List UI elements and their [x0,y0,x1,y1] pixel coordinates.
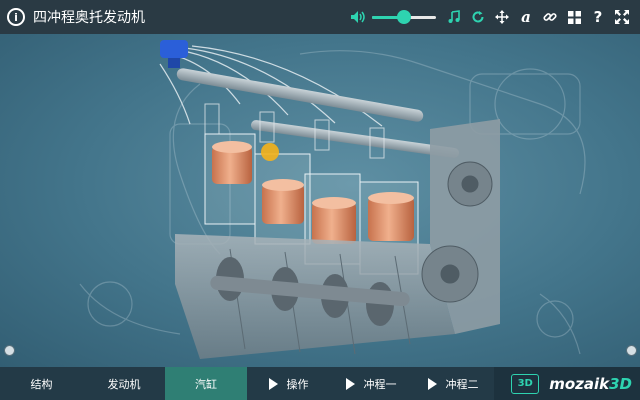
play-icon [268,377,278,390]
move-button[interactable] [490,0,514,34]
tab-label: 发动机 [107,377,141,391]
play-icon [345,377,355,390]
page-title: 四冲程奥托发动机 [33,10,145,26]
3d-badge-icon[interactable]: 3D [511,373,540,394]
bottom-bar: 结构 发动机 汽缸 操作 冲程一 冲程二 3D mozaik3D [0,367,640,400]
spark-flash [261,143,279,161]
tab-engine[interactable]: 发动机 [83,367,165,400]
menu-grid-button[interactable] [562,0,586,34]
brand-suffix: 3D [609,374,632,393]
link-button[interactable] [538,0,562,34]
help-icon: ? [593,8,603,26]
volume-knob[interactable] [397,10,411,24]
volume-slider[interactable] [372,0,436,34]
info-icon: i [14,10,18,24]
fullscreen-button[interactable] [610,0,634,34]
brand-logo: mozaik3D [549,375,632,393]
label-a-icon: a [521,8,531,26]
music-button[interactable] [442,0,466,34]
brand-name: mozaik [549,374,610,393]
engine-3d-view[interactable] [0,34,640,367]
speaker-icon [351,11,365,23]
move-arrows-icon [495,10,509,24]
tab-cylinder[interactable]: 汽缸 [165,367,247,400]
brand-area: 3D mozaik3D [494,367,640,400]
play-icon [427,377,437,390]
link-icon [543,13,557,21]
reset-button[interactable] [466,0,490,34]
tab-label: 冲程一 [363,377,397,391]
top-bar: i 四冲程奥托发动机 a ? [0,0,640,34]
timeline-handle-left[interactable] [4,345,15,356]
tab-operation[interactable]: 操作 [247,367,330,400]
rotate-icon [472,11,484,23]
tab-structure[interactable]: 结构 [0,367,83,400]
tab-label: 结构 [30,377,53,391]
grid-icon [567,10,581,24]
music-note-icon [448,10,460,23]
info-button[interactable]: i [7,8,25,26]
ignition-coil [160,40,188,68]
tab-label: 冲程二 [445,377,479,391]
tab-label: 操作 [286,377,309,391]
labels-button[interactable]: a [514,0,538,34]
engine-illustration [79,40,586,359]
timeline-handle-right[interactable] [626,345,637,356]
volume-button[interactable] [346,0,370,34]
fullscreen-icon [615,10,629,24]
toolbar: a ? [346,0,634,34]
tab-label: 汽缸 [195,377,217,391]
help-button[interactable]: ? [586,0,610,34]
tab-stroke-2[interactable]: 冲程二 [412,367,494,400]
tab-stroke-1[interactable]: 冲程一 [330,367,412,400]
